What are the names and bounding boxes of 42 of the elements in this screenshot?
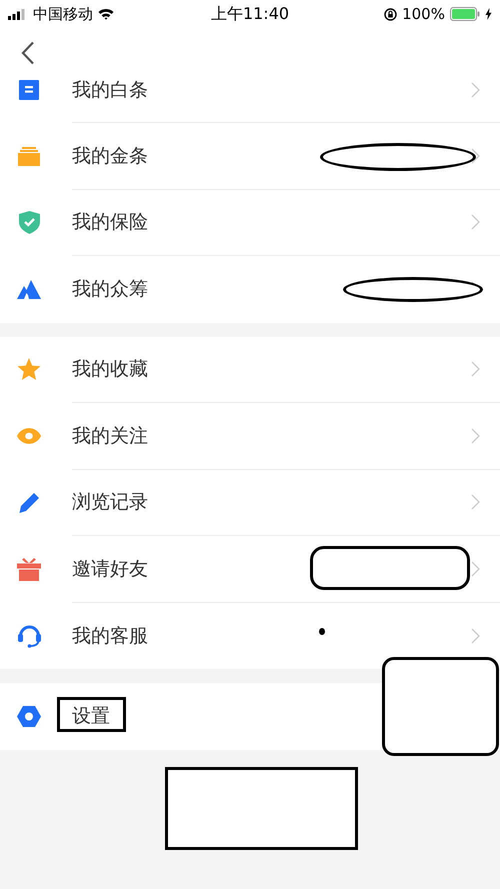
menu-label: 我的众筹	[72, 277, 148, 302]
menu-label: 浏览记录	[72, 490, 148, 516]
menu-label: 设置	[72, 704, 110, 730]
battery-icon	[450, 7, 480, 21]
clock-time: 上午11:40	[210, 4, 290, 24]
chevron-right-icon	[471, 428, 480, 444]
menu-label: 我的金条	[72, 144, 148, 169]
menu-label: 我的关注	[72, 424, 148, 449]
menu-label: 邀请好友	[72, 556, 148, 582]
menu-item[interactable]: 我的收藏	[0, 336, 500, 403]
gift-icon	[17, 558, 41, 581]
menu-label: 我的保险	[72, 210, 148, 236]
wifi-icon	[98, 8, 114, 20]
menu-label: 我的白条	[72, 80, 148, 100]
chevron-right-icon	[471, 214, 480, 230]
shield-check-icon	[18, 211, 40, 234]
settings-icon	[17, 706, 41, 727]
star-icon	[17, 358, 41, 382]
menu-item[interactable]: 浏览记录	[0, 470, 500, 536]
eye-icon	[17, 428, 41, 444]
menu-item[interactable]: 我的关注	[0, 403, 500, 470]
menu-label: 我的收藏	[72, 357, 148, 382]
carrier-name: 中国移动	[33, 4, 93, 24]
highlight-box	[57, 697, 126, 732]
headset-icon	[16, 623, 42, 648]
pencil-icon	[19, 492, 39, 513]
chevron-right-icon	[471, 494, 480, 510]
rotation-lock-icon	[384, 8, 398, 20]
menu-item[interactable]: 我的客服	[0, 602, 500, 669]
menu-label: 我的客服	[72, 624, 148, 649]
menu-item[interactable]: 设置	[0, 683, 500, 750]
chevron-right-icon	[471, 82, 480, 98]
mountain-icon	[17, 280, 41, 299]
chevron-right-icon	[471, 560, 480, 577]
battery-percent: 100%	[402, 5, 445, 23]
chevron-right-icon	[471, 148, 480, 164]
menu-item[interactable]: 我的保险	[0, 190, 500, 256]
chevron-right-icon	[471, 361, 480, 378]
chevron-right-icon	[471, 628, 480, 644]
stack-icon	[18, 146, 40, 166]
menu-item[interactable]: 我的白条	[0, 80, 500, 123]
charging-bolt-icon	[484, 8, 492, 20]
